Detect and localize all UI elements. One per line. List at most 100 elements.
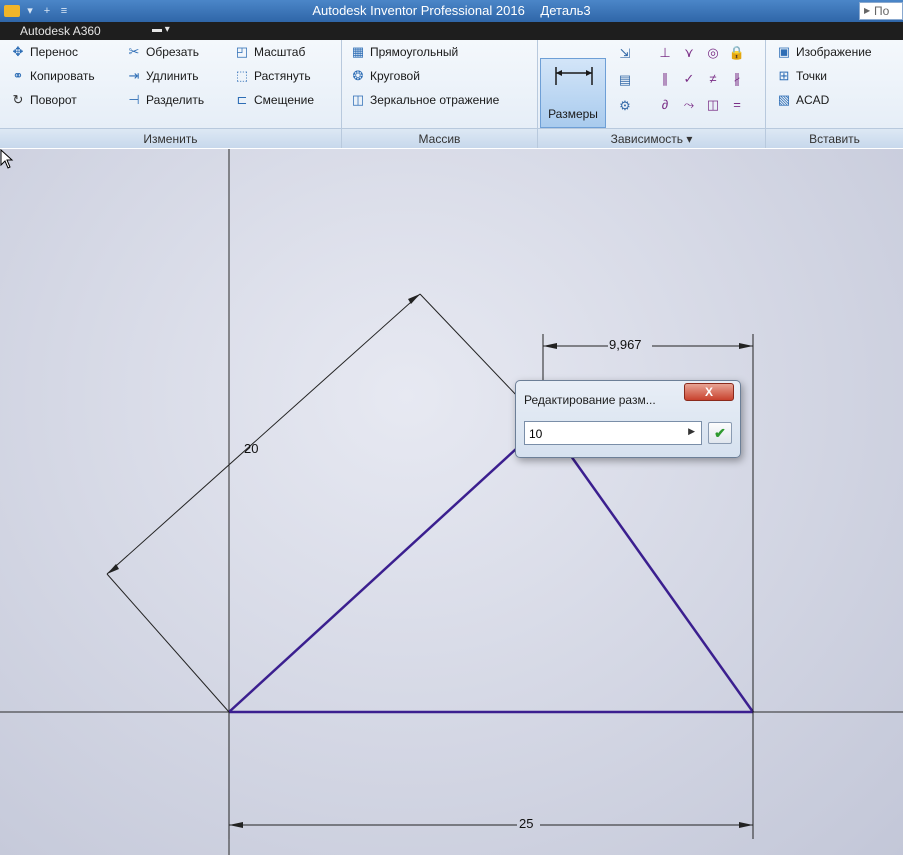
panel-pattern: ▦ Прямоугольный ❂ Круговой ◫ Зеркальное … — [342, 40, 538, 148]
input-flyout-arrow-icon[interactable]: ▶ — [688, 426, 695, 437]
dim20-line[interactable] — [106, 293, 421, 575]
trim-label: Обрезать — [146, 45, 199, 59]
scale-button[interactable]: ◰ Масштаб — [234, 44, 306, 60]
mirror-button[interactable]: ◫ Зеркальное отражение — [350, 92, 499, 108]
points-icon: ⊞ — [778, 68, 790, 83]
ribbon-tab-row: Autodesk A360 ▬ ▾ — [0, 22, 903, 40]
dimension-value-slanted[interactable]: 20 — [244, 441, 258, 456]
insert-image-label: Изображение — [796, 45, 872, 59]
dim25-arrow-start — [229, 822, 243, 828]
perpendicular-icon[interactable]: ⊥ — [656, 44, 674, 62]
sketch-line-right[interactable] — [564, 448, 755, 713]
move-icon: ✥ — [12, 44, 24, 59]
horizontal-icon[interactable]: ⤳ — [680, 96, 698, 114]
rectangular-pattern-icon: ▦ — [351, 44, 365, 59]
panel-label-constrain[interactable]: Зависимость ▾ — [538, 128, 765, 148]
offset-button[interactable]: ⊏ Смещение — [234, 92, 314, 108]
dialog-title: Редактирование разм... — [524, 393, 656, 407]
mouse-cursor-icon — [0, 149, 14, 169]
insert-image-button[interactable]: ▣ Изображение — [776, 44, 872, 60]
coincident-icon[interactable]: ⋎ — [680, 44, 698, 62]
symmetric-icon[interactable]: ◫ — [704, 96, 722, 114]
stretch-label: Растянуть — [254, 69, 311, 83]
panel-label-insert[interactable]: Вставить — [766, 128, 903, 148]
offset-icon: ⊏ — [236, 92, 248, 107]
dimension-value-top[interactable]: 9,967 — [609, 337, 642, 352]
panel-label-modify[interactable]: Изменить — [0, 128, 341, 148]
stretch-button[interactable]: ⬚ Растянуть — [234, 68, 311, 84]
circular-pattern-icon: ❂ — [352, 68, 364, 83]
dimension-icon — [555, 67, 593, 85]
circular-pattern-button[interactable]: ❂ Круговой — [350, 68, 420, 84]
search-input[interactable]: ▶ По — [859, 2, 903, 20]
move-button[interactable]: ✥ Перенос — [10, 44, 78, 60]
rectangular-pattern-button[interactable]: ▦ Прямоугольный — [350, 44, 458, 60]
equal-icon[interactable]: = — [728, 96, 746, 114]
split-button[interactable]: ⊣ Разделить — [126, 92, 204, 108]
edit-dimension-dialog: Редактирование разм... X ▶ ✔ — [515, 380, 741, 458]
panel-modify: ✥ Перенос ⚭ Копировать ↻ Поворот ✂ Обрез… — [0, 40, 342, 148]
sketch-geometry — [0, 149, 903, 855]
accept-button[interactable]: ✔ — [708, 422, 732, 444]
tab-autodesk-a360[interactable]: Autodesk A360 — [20, 24, 101, 38]
image-icon: ▣ — [777, 44, 791, 59]
copy-button[interactable]: ⚭ Копировать — [10, 68, 95, 84]
tab-media[interactable]: ▬ ▾ — [152, 24, 170, 35]
app-title: Autodesk Inventor Professional 2016 — [312, 3, 525, 18]
split-icon: ⊣ — [128, 92, 140, 107]
dim25-arrow-end — [739, 822, 753, 828]
split-label: Разделить — [146, 93, 205, 107]
collinear-icon[interactable]: ≠ — [704, 70, 722, 88]
dim-top-arrow-start — [543, 343, 557, 349]
mirror-label: Зеркальное отражение — [370, 93, 500, 107]
document-name: Деталь3 — [540, 3, 591, 18]
dimension-button[interactable]: Размеры — [540, 58, 606, 128]
show-constraints-icon[interactable]: ▤ — [614, 70, 636, 90]
auto-dimension-icon[interactable]: ⇲ — [614, 44, 636, 64]
extend-label: Удлинить — [146, 69, 199, 83]
insert-points-label: Точки — [796, 69, 828, 83]
tangent-icon[interactable]: ✓ — [680, 70, 698, 88]
rotate-button[interactable]: ↻ Поворот — [10, 92, 77, 108]
mirror-icon: ◫ — [351, 92, 365, 107]
close-button[interactable]: X — [684, 383, 734, 401]
sketch-line-left[interactable] — [228, 448, 517, 713]
acad-icon: ▧ — [777, 92, 791, 107]
move-label: Перенос — [30, 45, 78, 59]
dimension-label: Размеры — [548, 107, 598, 121]
trim-button[interactable]: ✂ Обрезать — [126, 44, 199, 60]
copy-icon: ⚭ — [12, 68, 24, 83]
insert-acad-label: ACAD — [796, 93, 830, 107]
copy-label: Копировать — [30, 69, 95, 83]
parallel-icon[interactable]: ∥ — [656, 70, 674, 88]
dimension-value-base[interactable]: 25 — [519, 816, 533, 831]
extend-icon: ⇥ — [128, 68, 140, 83]
vertical-icon[interactable]: ∦ — [728, 70, 746, 88]
scale-label: Масштаб — [254, 45, 306, 59]
extend-button[interactable]: ⇥ Удлинить — [126, 68, 199, 84]
sketch-canvas[interactable]: 20 9,967 25 Редактирование разм... X ▶ ✔ — [0, 149, 903, 855]
title-bar: ▾ + ≡ Autodesk Inventor Professional 201… — [0, 0, 903, 22]
dim20-ext-left — [106, 573, 230, 713]
fix-lock-icon[interactable]: 🔒 — [728, 44, 746, 62]
dimension-value-input[interactable] — [529, 425, 679, 442]
window-title: Autodesk Inventor Professional 2016 Дета… — [0, 3, 903, 18]
expand-arrow-icon: ▶ — [864, 6, 871, 15]
panel-insert: ▣ Изображение ⊞ Точки ▧ ACAD Вставить — [766, 40, 903, 148]
rectangular-pattern-label: Прямоугольный — [370, 45, 459, 59]
insert-points-button[interactable]: ⊞ Точки — [776, 68, 827, 84]
offset-label: Смещение — [254, 93, 315, 107]
constraint-settings-icon[interactable]: ⚙ — [614, 96, 636, 116]
ribbon: ✥ Перенос ⚭ Копировать ↻ Поворот ✂ Обрез… — [0, 40, 903, 148]
stretch-icon: ⬚ — [235, 68, 249, 83]
circular-pattern-label: Круговой — [370, 69, 420, 83]
panel-constrain: Размеры ⇲ ▤ ⚙ ⊥ ⋎ ◎ 🔒 ∥ ✓ ≠ ∦ ∂ ⤳ ◫ = За… — [538, 40, 766, 148]
panel-label-pattern[interactable]: Массив — [342, 128, 537, 148]
search-placeholder: По — [874, 4, 890, 18]
concentric-icon[interactable]: ◎ — [704, 44, 722, 62]
rotate-label: Поворот — [30, 93, 77, 107]
dimension-input-wrap: ▶ — [524, 421, 702, 445]
smooth-icon[interactable]: ∂ — [656, 96, 674, 114]
dim-top-arrow-end — [739, 343, 753, 349]
insert-acad-button[interactable]: ▧ ACAD — [776, 92, 830, 108]
